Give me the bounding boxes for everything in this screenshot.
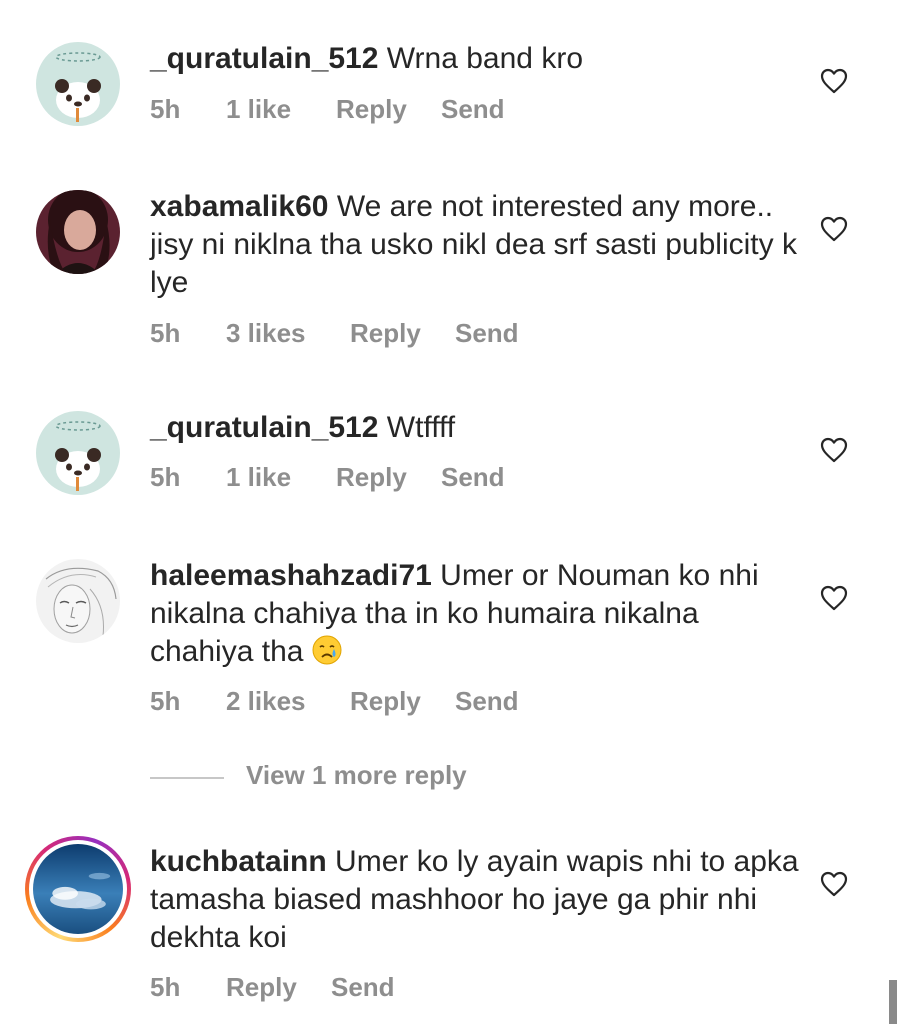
view-more-replies-label[interactable]: View 1 more reply [246, 760, 467, 791]
heart-outline-icon[interactable] [820, 437, 848, 463]
avatar[interactable] [36, 411, 120, 495]
heart-outline-icon[interactable] [820, 68, 848, 94]
comment-text: _quratulain_512 Wrna band kro [150, 40, 800, 78]
comment-body: Wtffff [386, 411, 456, 444]
comment-time: 5h [150, 462, 181, 492]
sketch-portrait-image [36, 559, 120, 643]
comment-likes[interactable]: 3 likes [226, 318, 306, 349]
avatar[interactable] [36, 42, 120, 126]
comment-likes[interactable]: 2 likes [226, 686, 306, 717]
heart-outline-icon[interactable] [820, 216, 848, 242]
send-button[interactable]: Send [455, 318, 519, 349]
comment-text: kuchbatainn Umer ko ly ayain wapis nhi t… [150, 843, 800, 957]
comment-username[interactable]: kuchbatainn [150, 845, 327, 878]
comment-text: haleemashahzadi71 Umer or Nouman ko nhi … [150, 557, 800, 671]
comment-likes[interactable]: 1 like [226, 94, 291, 125]
send-button[interactable]: Send [331, 972, 395, 1003]
avatar[interactable] [36, 559, 120, 643]
avatar-story-ring[interactable] [25, 836, 131, 942]
heart-outline-icon[interactable] [820, 871, 848, 897]
comment-likes[interactable]: 1 like [226, 462, 291, 493]
reply-button[interactable]: Reply [336, 462, 407, 493]
comment-body: Wrna band kro [386, 42, 583, 75]
reply-button[interactable]: Reply [350, 686, 421, 717]
comment-username[interactable]: xabamalik60 [150, 190, 328, 223]
profile-photo-image [36, 190, 120, 274]
send-button[interactable]: Send [441, 94, 505, 125]
comment-time: 5h [150, 686, 181, 716]
send-button[interactable]: Send [455, 686, 519, 717]
divider-line [150, 777, 224, 779]
reply-button[interactable]: Reply [226, 972, 297, 1003]
comment-username[interactable]: _quratulain_512 [150, 411, 378, 444]
panda-avatar-image [36, 411, 120, 495]
comment-text: xabamalik60 We are not interested any mo… [150, 188, 800, 302]
comment-username[interactable]: _quratulain_512 [150, 42, 378, 75]
reply-button[interactable]: Reply [336, 94, 407, 125]
send-button[interactable]: Send [441, 462, 505, 493]
sky-photo-image [33, 844, 123, 934]
panda-avatar-image [36, 42, 120, 126]
comment-time: 5h [150, 318, 181, 348]
crying-face-emoji [312, 635, 342, 665]
avatar[interactable] [36, 190, 120, 274]
heart-outline-icon[interactable] [820, 585, 848, 611]
comment-text: _quratulain_512 Wtffff [150, 409, 800, 447]
comment-time: 5h [150, 94, 181, 124]
scrollbar[interactable] [889, 980, 897, 1024]
reply-button[interactable]: Reply [350, 318, 421, 349]
comment-username[interactable]: haleemashahzadi71 [150, 559, 432, 592]
comment-time: 5h [150, 972, 181, 1002]
